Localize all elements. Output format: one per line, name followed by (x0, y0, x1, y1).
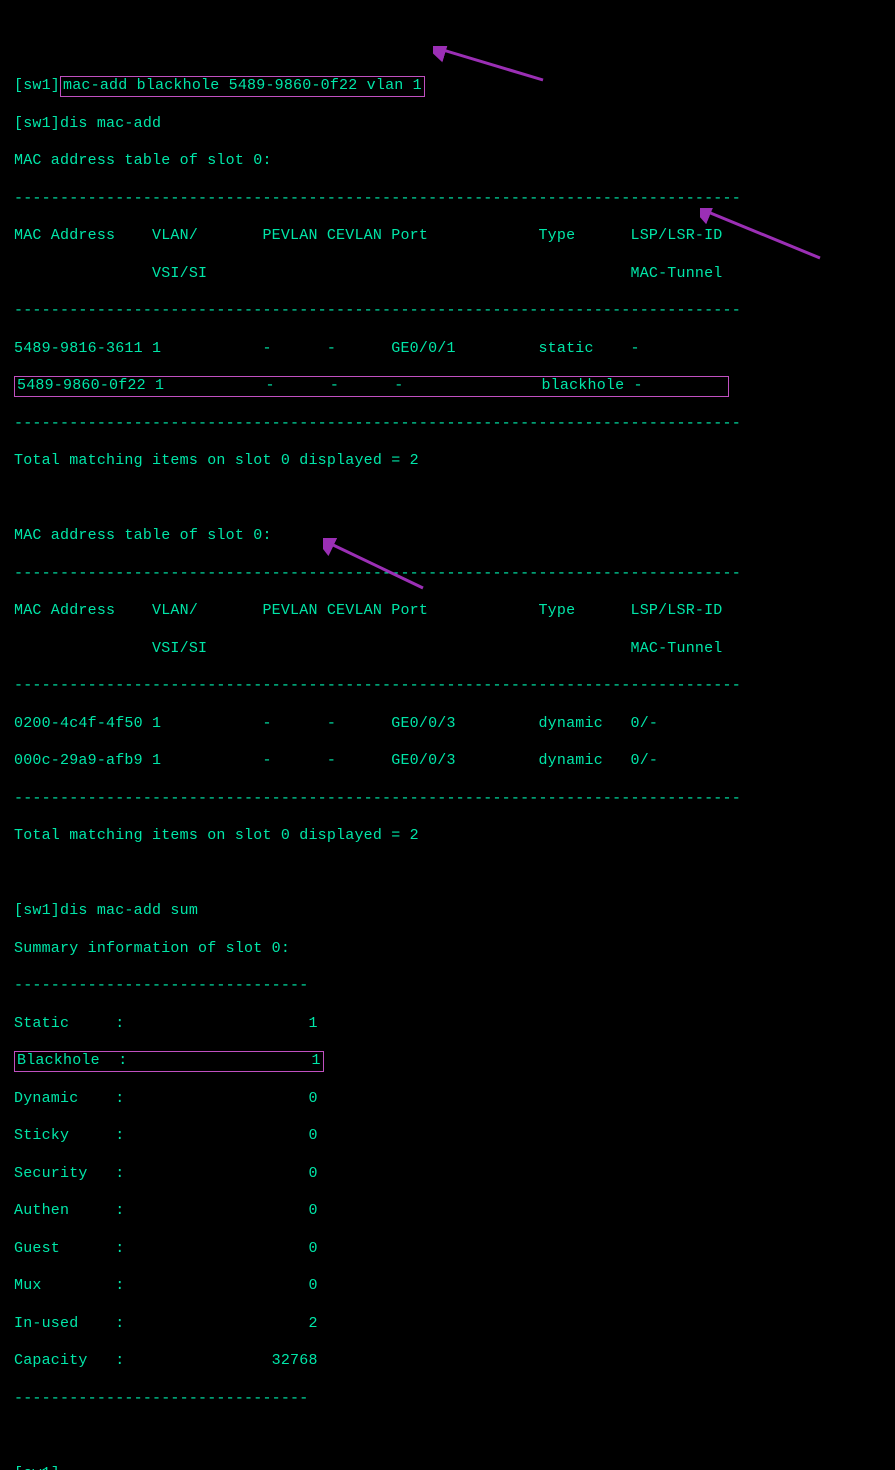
divider-short: -------------------------------- (14, 1390, 881, 1409)
table-header-1: MAC Address VLAN/ PEVLAN CEVLAN Port Typ… (14, 227, 881, 246)
blank (14, 865, 881, 884)
prompt-line[interactable]: [sw1] (14, 1465, 881, 1470)
table-header-2: VSI/SI MAC-Tunnel (14, 640, 881, 659)
highlight-box-cmd: mac-add blackhole 5489-9860-0f22 vlan 1 (60, 76, 425, 97)
summary-row: Capacity : 32768 (14, 1352, 881, 1371)
table-row: 0200-4c4f-4f50 1 - - GE0/0/3 dynamic 0/- (14, 715, 881, 734)
divider: ----------------------------------------… (14, 565, 881, 584)
cmd-line-2: [sw1]dis mac-add (14, 115, 881, 134)
blank (14, 1427, 881, 1446)
summary-row-highlight-wrap: Blackhole : 1 (14, 1052, 881, 1071)
table-row: 5489-9816-3611 1 - - GE0/0/1 static - (14, 340, 881, 359)
divider: ----------------------------------------… (14, 790, 881, 809)
table-header-2: VSI/SI MAC-Tunnel (14, 265, 881, 284)
divider: ----------------------------------------… (14, 415, 881, 434)
prompt: [sw1] (14, 77, 60, 94)
cmd-line-3: [sw1]dis mac-add sum (14, 902, 881, 921)
summary-row: Guest : 0 (14, 1240, 881, 1259)
total-line: Total matching items on slot 0 displayed… (14, 452, 881, 471)
total-line: Total matching items on slot 0 displayed… (14, 827, 881, 846)
summary-row: Mux : 0 (14, 1277, 881, 1296)
prompt: [sw1] (14, 1465, 60, 1470)
cmd-text: dis mac-add sum (60, 902, 198, 919)
blank (14, 490, 881, 509)
table-header-1: MAC Address VLAN/ PEVLAN CEVLAN Port Typ… (14, 602, 881, 621)
summary-row: Static : 1 (14, 1015, 881, 1034)
summary-row: Dynamic : 0 (14, 1090, 881, 1109)
highlight-box-row: 5489-9860-0f22 1 - - - blackhole - (14, 376, 729, 397)
summary-row: Security : 0 (14, 1165, 881, 1184)
table-title: MAC address table of slot 0: (14, 152, 881, 171)
table-row-highlight-wrap: 5489-9860-0f22 1 - - - blackhole - (14, 377, 881, 396)
table-row: 000c-29a9-afb9 1 - - GE0/0/3 dynamic 0/- (14, 752, 881, 771)
divider: ----------------------------------------… (14, 190, 881, 209)
annotation-arrow-icon (323, 500, 433, 616)
prompt: [sw1] (14, 115, 60, 132)
cmd-text: dis mac-add (60, 115, 161, 132)
summary-row: Sticky : 0 (14, 1127, 881, 1146)
divider: ----------------------------------------… (14, 677, 881, 696)
summary-row: Authen : 0 (14, 1202, 881, 1221)
table-title: MAC address table of slot 0: (14, 527, 881, 546)
prompt: [sw1] (14, 902, 60, 919)
cmd-line-1: [sw1]mac-add blackhole 5489-9860-0f22 vl… (14, 77, 881, 96)
summary-title: Summary information of slot 0: (14, 940, 881, 959)
divider-short: -------------------------------- (14, 977, 881, 996)
summary-row: In-used : 2 (14, 1315, 881, 1334)
highlight-box-summary: Blackhole : 1 (14, 1051, 324, 1072)
divider: ----------------------------------------… (14, 302, 881, 321)
